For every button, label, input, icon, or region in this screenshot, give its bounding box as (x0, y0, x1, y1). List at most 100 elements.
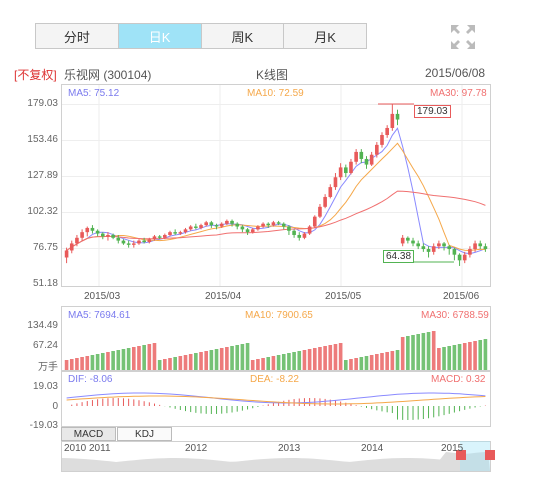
volume-bar (85, 356, 90, 370)
volume-bar (395, 350, 400, 370)
price-tick: 179.03 (27, 98, 58, 109)
candle-body (406, 237, 410, 241)
candle-body (431, 246, 436, 252)
candle-body (437, 243, 441, 247)
candle-body (395, 113, 400, 120)
volume-bar (328, 345, 333, 370)
candle-body (152, 236, 157, 240)
volume-bar (457, 344, 462, 370)
volume-bar (385, 352, 389, 370)
candle-body (69, 243, 74, 251)
candle-body (364, 158, 369, 165)
candle-body (369, 154, 374, 165)
volume-bar (276, 355, 281, 370)
year-label: 2014 (361, 443, 384, 454)
volume-bar (416, 334, 421, 370)
candle-body (462, 254, 467, 261)
candle-body (168, 232, 172, 235)
candle-body (183, 229, 188, 233)
macd-tick: 19.03 (32, 381, 58, 392)
candle-body (354, 151, 358, 162)
volume-bar (225, 347, 229, 370)
volume-bar (359, 357, 364, 370)
volume-bar (116, 350, 121, 370)
volume-bar (266, 357, 271, 370)
candle-body (116, 237, 121, 241)
candle-body (173, 232, 177, 234)
volume-bar (302, 350, 307, 370)
volume-bar (390, 351, 395, 370)
volume-bar (468, 342, 472, 370)
candle-body (131, 243, 136, 245)
volume-bar (111, 351, 115, 370)
candle-body (225, 220, 229, 224)
volume-bar (400, 337, 405, 370)
kline-chart[interactable] (0, 0, 548, 484)
candle-body (297, 234, 302, 238)
candle-body (188, 226, 193, 230)
volume-bar (106, 352, 110, 370)
candle-body (126, 243, 131, 245)
volume-bar (292, 352, 296, 370)
tab-kdj[interactable]: KDJ (117, 427, 172, 441)
candle-body (100, 233, 105, 237)
candle-body (235, 223, 240, 227)
volume-bar (178, 356, 183, 370)
volume-bar (168, 358, 172, 370)
volume-bar (64, 360, 69, 370)
candle-body (163, 234, 167, 238)
candle-body (343, 167, 348, 174)
volume-bar (95, 354, 100, 370)
candle-body (442, 243, 446, 247)
low-marker-label: 64.38 (383, 250, 415, 263)
candle-body (302, 233, 307, 238)
tab-macd[interactable]: MACD (61, 427, 116, 441)
macd-tick: 0 (52, 401, 58, 412)
volume-bar (75, 358, 79, 370)
candle-body (194, 226, 198, 228)
volume-bar (250, 360, 255, 370)
candle-body (85, 227, 90, 233)
volume-bar (147, 344, 152, 370)
volume-bar (447, 346, 452, 370)
volume-bar (380, 353, 384, 370)
candle-body (90, 227, 95, 231)
volume-bar (354, 358, 358, 370)
volume-bar (183, 355, 188, 370)
candle-body (318, 206, 322, 217)
candle-body (240, 226, 245, 230)
date-tick: 2015/03 (84, 291, 121, 302)
volume-bar (121, 349, 126, 370)
volume-bar (343, 360, 348, 370)
candle-body (199, 225, 203, 228)
overview-sparkline (62, 451, 490, 471)
ma30-legend: MA30: 97.78 (430, 88, 487, 99)
volume-bar (426, 332, 431, 370)
volume-bar (333, 344, 338, 370)
candle-body (359, 151, 364, 159)
vol-unit: 万手 (38, 362, 58, 373)
candle-body (106, 234, 110, 237)
candle-body (64, 250, 69, 258)
volume-bar (80, 357, 84, 370)
price-tick: 51.18 (32, 278, 58, 289)
candle-body (328, 187, 333, 197)
candle-body (245, 229, 250, 233)
volume-bar (271, 356, 276, 370)
date-tick: 2015/06 (443, 291, 480, 302)
volume-bar (375, 354, 379, 370)
candle-body (250, 229, 255, 233)
high-marker-label: 179.03 (414, 105, 451, 118)
candle-body (323, 196, 327, 207)
macd-tick: -19.03 (29, 420, 58, 431)
volume-bar (157, 360, 162, 370)
volume-bar (442, 347, 446, 370)
dea-legend: DEA: -8.22 (250, 374, 299, 385)
candle-body (281, 223, 286, 227)
vol-tick: 134.49 (27, 320, 58, 331)
volume-bar (406, 336, 410, 370)
volume-bar (307, 349, 312, 370)
volume-bar (338, 343, 343, 370)
volume-bar (173, 357, 177, 370)
candle-body (478, 243, 483, 247)
